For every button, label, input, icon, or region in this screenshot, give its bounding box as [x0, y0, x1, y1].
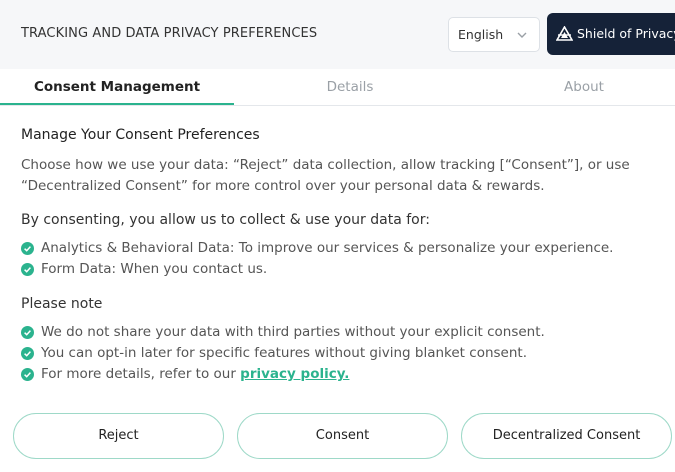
- list-item-text: Form Data: When you contact us.: [41, 261, 268, 277]
- check-circle-icon: [21, 347, 34, 360]
- tab-details[interactable]: Details: [234, 69, 466, 106]
- consent-uses-heading: By consenting, you allow us to collect &…: [21, 212, 430, 228]
- list-item-text: You can opt-in later for specific featur…: [41, 345, 527, 361]
- section-heading: Manage Your Consent Preferences: [21, 127, 260, 143]
- list-item-text: For more details, refer to our privacy p…: [41, 365, 349, 384]
- check-circle-icon: [21, 326, 34, 339]
- check-circle-icon: [21, 263, 34, 276]
- privacy-policy-link[interactable]: privacy policy.: [240, 366, 349, 382]
- chevron-down-icon: [517, 32, 527, 38]
- tab-bar: Consent Management Details About: [0, 69, 675, 106]
- active-tab-indicator: [0, 103, 234, 105]
- note-heading: Please note: [21, 296, 103, 312]
- reject-button[interactable]: Reject: [13, 413, 224, 459]
- brand-button[interactable]: Shield of Privacy: [547, 13, 675, 55]
- shield-logo-icon: [556, 26, 573, 41]
- list-item-text: We do not share your data with third par…: [41, 324, 545, 340]
- check-circle-icon: [21, 242, 34, 255]
- language-label: English: [458, 27, 504, 42]
- brand-label: Shield of Privacy: [577, 26, 675, 41]
- page-title: TRACKING AND DATA PRIVACY PREFERENCES: [21, 26, 318, 41]
- header: TRACKING AND DATA PRIVACY PREFERENCES En…: [0, 0, 675, 69]
- language-select[interactable]: English: [448, 17, 540, 52]
- list-item-text: Analytics & Behavioral Data: To improve …: [41, 240, 614, 256]
- tab-about[interactable]: About: [466, 69, 675, 106]
- check-circle-icon: [21, 368, 34, 381]
- consent-button[interactable]: Consent: [237, 413, 448, 459]
- description-text: Choose how we use your data: “Reject” da…: [21, 157, 630, 194]
- tab-consent-management[interactable]: Consent Management: [0, 69, 234, 106]
- decentralized-consent-button[interactable]: Decentralized Consent: [461, 413, 672, 459]
- policy-prefix: For more details, refer to our: [41, 366, 236, 382]
